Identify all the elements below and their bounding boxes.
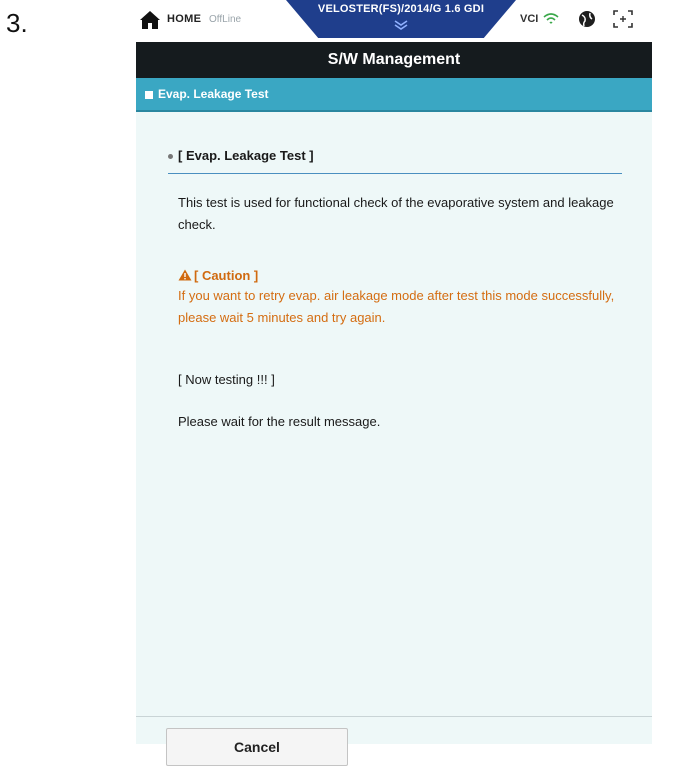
- vehicle-info-tab[interactable]: VELOSTER(FS)/2014/G 1.6 GDI: [286, 0, 516, 38]
- warning-icon: [178, 269, 192, 281]
- caution-title: [ Caution ]: [178, 268, 258, 283]
- vci-label: VCI: [520, 13, 539, 25]
- content-panel: [ Evap. Leakage Test ] This test is used…: [136, 112, 652, 716]
- top-status-bar: HOME OffLine VELOSTER(FS)/2014/G 1.6 GDI…: [136, 0, 652, 42]
- caution-title-text: [ Caution ]: [194, 268, 259, 283]
- now-testing-status: [ Now testing !!! ]: [178, 372, 275, 387]
- connection-status: OffLine: [209, 14, 242, 25]
- section-header: Evap. Leakage Test: [136, 78, 652, 112]
- home-icon[interactable]: [139, 10, 161, 30]
- wait-message: Please wait for the result message.: [178, 414, 381, 429]
- section-label: Evap. Leakage Test: [158, 87, 269, 101]
- wifi-icon: [543, 13, 559, 24]
- vehicle-label: VELOSTER(FS)/2014/G 1.6 GDI: [317, 3, 485, 15]
- test-description: This test is used for functional check o…: [178, 195, 614, 232]
- step-number: 3.: [6, 8, 28, 38]
- cancel-button[interactable]: Cancel: [166, 728, 348, 766]
- screen-icon[interactable]: [612, 9, 634, 29]
- globe-icon[interactable]: [577, 9, 597, 29]
- heading-divider: [168, 173, 622, 174]
- square-icon: [145, 91, 153, 99]
- device-screen: HOME OffLine VELOSTER(FS)/2014/G 1.6 GDI…: [136, 0, 652, 744]
- chevron-down-icon[interactable]: [393, 20, 409, 30]
- caution-text: If you want to retry evap. air leakage m…: [178, 288, 615, 325]
- bullet-icon: [168, 154, 173, 159]
- home-label[interactable]: HOME: [167, 13, 201, 25]
- test-heading: [ Evap. Leakage Test ]: [178, 148, 314, 163]
- page-title: S/W Management: [136, 42, 652, 78]
